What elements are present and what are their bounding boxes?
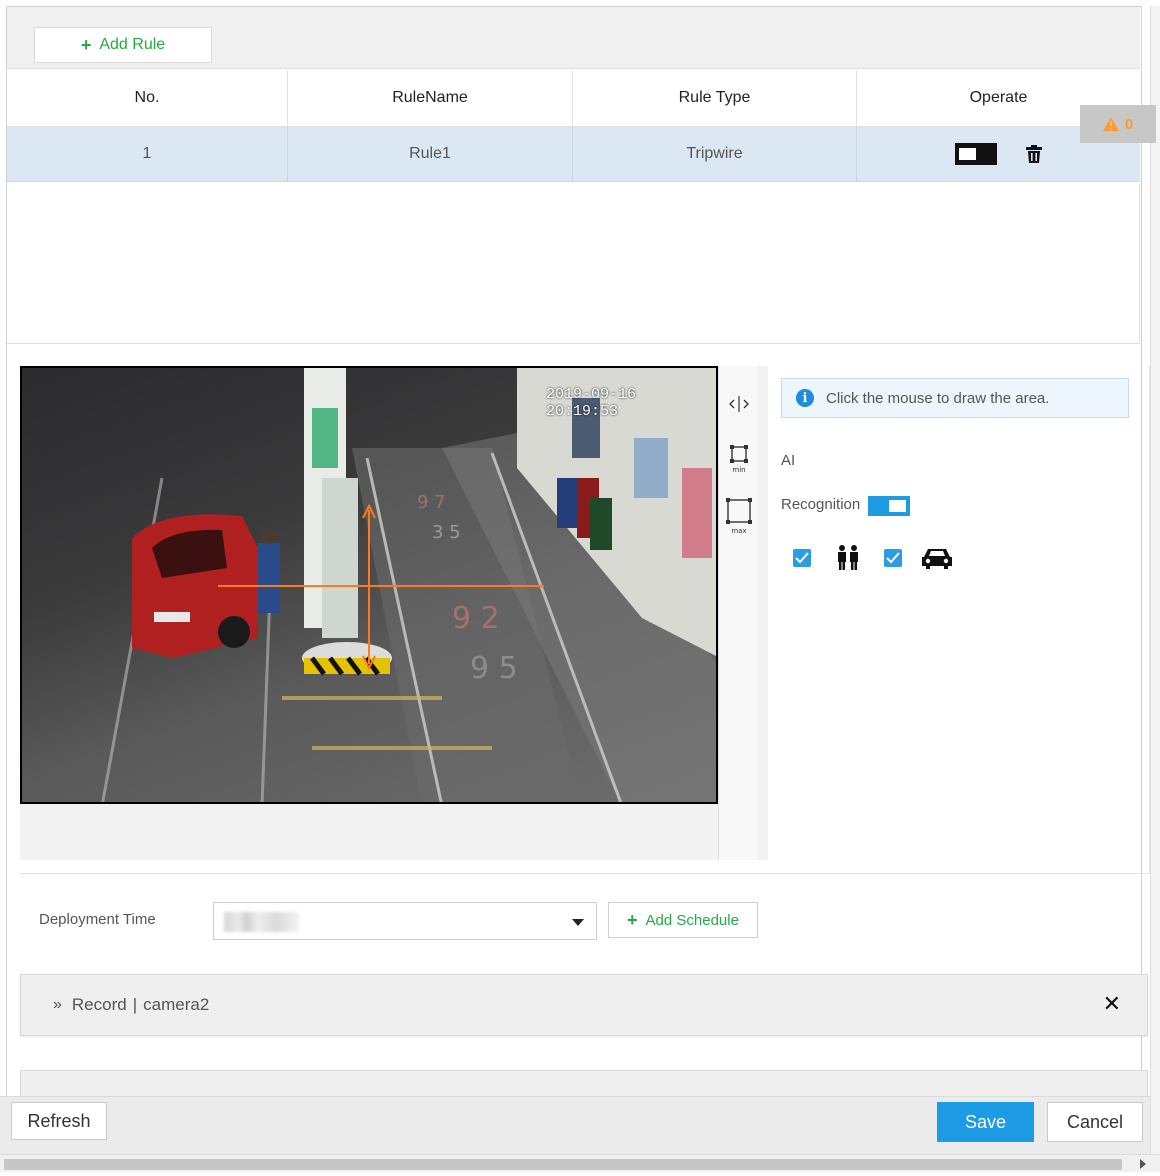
add-schedule-label: Add Schedule bbox=[645, 911, 739, 929]
live-video[interactable]: 9 7 3 5 9 2 9 5 2019-09-16 20:19:53 bbox=[20, 366, 718, 804]
warning-icon bbox=[1102, 117, 1119, 131]
row-rulename: Rule1 bbox=[288, 127, 573, 181]
record-linkage-panel[interactable]: » Record | camera2 ✕ bbox=[20, 974, 1148, 1036]
alarm-badge[interactable]: 0 bbox=[1080, 105, 1156, 143]
min-label: min bbox=[732, 466, 745, 474]
deployment-time-select[interactable] bbox=[213, 902, 597, 940]
table-header: No. RuleName Rule Type Operate bbox=[7, 70, 1140, 127]
people-checkbox[interactable] bbox=[793, 549, 811, 567]
header-rule-type: Rule Type bbox=[573, 70, 857, 126]
settings-panel bbox=[768, 366, 1150, 874]
vehicle-checkbox[interactable] bbox=[884, 549, 902, 567]
rule-enable-toggle[interactable] bbox=[954, 143, 997, 165]
move-icon[interactable] bbox=[725, 388, 753, 420]
plus-icon: + bbox=[80, 34, 92, 55]
min-size-icon[interactable]: min bbox=[725, 442, 753, 474]
refresh-button[interactable]: Refresh bbox=[11, 1102, 107, 1140]
row-no: 1 bbox=[7, 127, 288, 181]
recognition-toggle[interactable] bbox=[868, 496, 910, 516]
horizontal-scrollbar[interactable] bbox=[0, 1154, 1160, 1172]
cancel-button[interactable]: Cancel bbox=[1047, 1102, 1143, 1142]
record-camera: camera2 bbox=[143, 995, 210, 1014]
row-rule-type: Tripwire bbox=[573, 127, 857, 181]
svg-text:9 7: 9 7 bbox=[417, 492, 446, 513]
schedule-value-blurred bbox=[224, 912, 299, 932]
record-divider: | bbox=[132, 995, 138, 1014]
record-prefix: Record bbox=[71, 995, 127, 1014]
plus-icon: + bbox=[627, 909, 638, 930]
max-size-icon[interactable]: max bbox=[725, 496, 753, 536]
svg-text:9 2: 9 2 bbox=[452, 601, 500, 636]
info-icon: i bbox=[796, 389, 814, 407]
deployment-time-label: Deployment Time bbox=[39, 911, 156, 928]
trash-icon[interactable] bbox=[1025, 144, 1043, 164]
video-tool-column: min max bbox=[718, 366, 758, 860]
close-icon[interactable]: ✕ bbox=[1103, 991, 1121, 1017]
record-panel-title: » Record | camera2 bbox=[53, 995, 209, 1015]
video-timestamp: 2019-09-16 20:19:53 bbox=[546, 386, 637, 420]
add-rule-button[interactable]: + Add Rule bbox=[34, 27, 212, 63]
hint-text: Click the mouse to draw the area. bbox=[826, 389, 1050, 407]
header-no: No. bbox=[7, 70, 288, 126]
scroll-right-arrow-icon[interactable] bbox=[1140, 1159, 1146, 1169]
svg-text:3 5: 3 5 bbox=[432, 522, 461, 543]
max-label: max bbox=[731, 527, 746, 535]
rule-toolbar: + Add Rule bbox=[7, 7, 1140, 69]
scrollbar-thumb[interactable] bbox=[4, 1159, 1122, 1170]
chevron-down-icon bbox=[572, 919, 584, 926]
add-rule-label: Add Rule bbox=[99, 36, 166, 53]
table-empty-area bbox=[7, 183, 1140, 344]
save-button[interactable]: Save bbox=[937, 1102, 1034, 1142]
video-scene: 9 7 3 5 9 2 9 5 bbox=[101, 368, 716, 802]
car-icon bbox=[922, 549, 952, 569]
add-schedule-button[interactable]: + Add Schedule bbox=[608, 902, 758, 938]
header-rulename: RuleName bbox=[288, 70, 573, 126]
divider bbox=[20, 873, 1150, 874]
vertical-scroll-track[interactable] bbox=[1150, 6, 1160, 1156]
table-row[interactable]: 1 Rule1 Tripwire bbox=[7, 127, 1140, 182]
draw-hint: i Click the mouse to draw the area. bbox=[781, 378, 1129, 418]
ai-label: AI bbox=[781, 452, 796, 469]
expand-icon[interactable]: » bbox=[53, 996, 62, 1014]
svg-text:9 5: 9 5 bbox=[470, 651, 518, 686]
rules-table: No. RuleName Rule Type Operate 1 Rule1 T… bbox=[7, 70, 1140, 182]
alarm-count: 0 bbox=[1124, 115, 1134, 133]
rule-config-window: + Add Rule No. RuleName Rule Type Operat… bbox=[0, 0, 1160, 1176]
people-icon bbox=[838, 545, 858, 570]
recognition-label: Recognition bbox=[781, 496, 861, 513]
